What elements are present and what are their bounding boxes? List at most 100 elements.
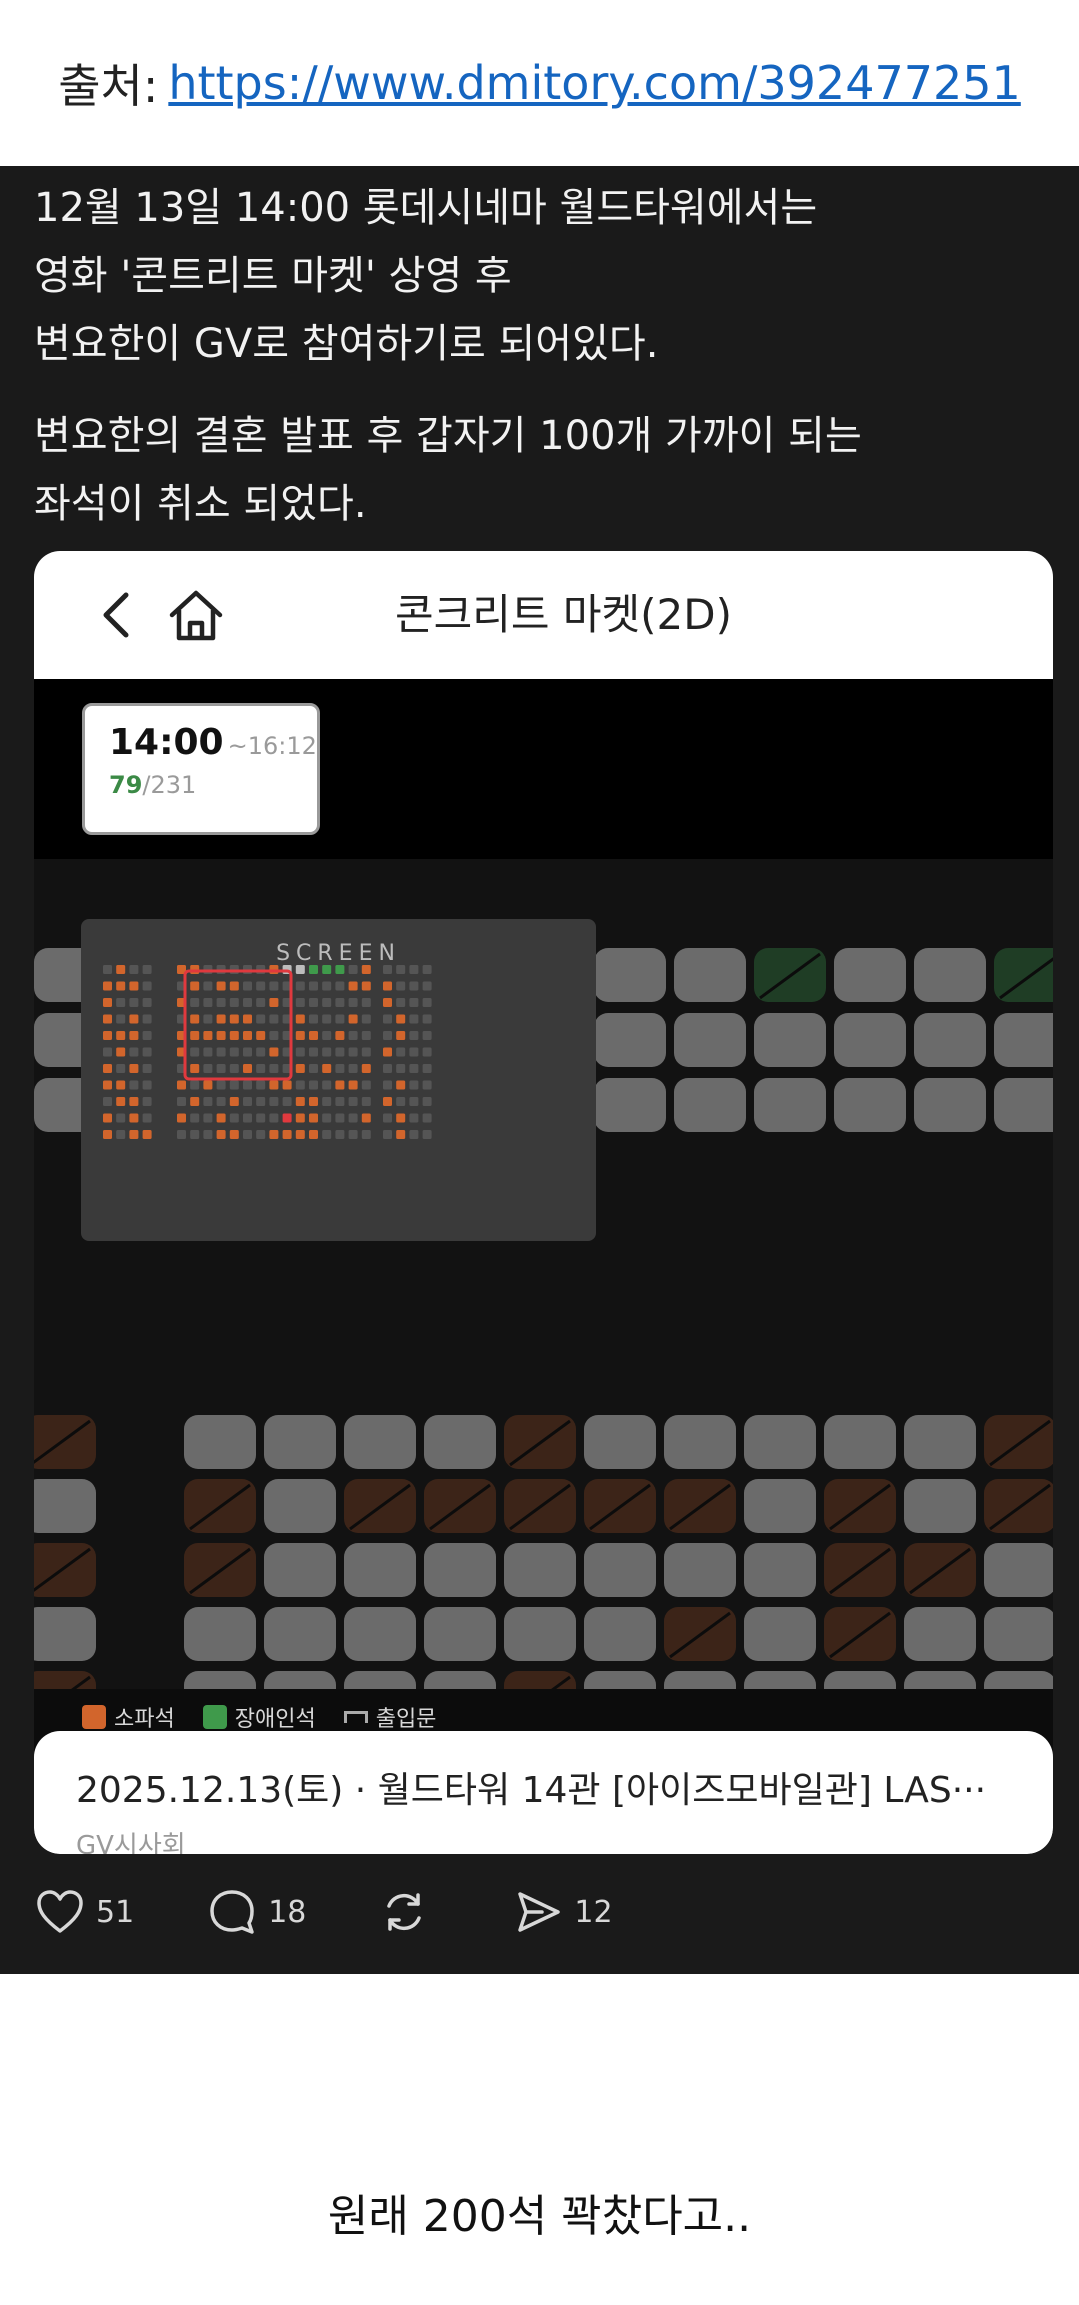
seat[interactable] <box>674 1078 746 1132</box>
seat[interactable] <box>424 1543 496 1597</box>
seat[interactable] <box>594 948 666 1002</box>
seat[interactable] <box>664 1479 736 1533</box>
seat[interactable] <box>184 1607 256 1661</box>
source-link[interactable]: https://www.dmitory.com/392477251 <box>168 56 1020 110</box>
seat[interactable] <box>504 1479 576 1533</box>
minimap-seat <box>177 1080 186 1090</box>
share-button[interactable]: 12 <box>512 1886 613 1938</box>
seat[interactable] <box>994 1078 1053 1132</box>
seat[interactable] <box>994 1013 1053 1067</box>
seat[interactable] <box>754 948 826 1002</box>
seat[interactable] <box>344 1671 416 1689</box>
seat[interactable] <box>914 948 986 1002</box>
minimap-seat <box>269 1113 279 1123</box>
seat[interactable] <box>834 1013 906 1067</box>
seat[interactable] <box>984 1607 1053 1661</box>
seat[interactable] <box>184 1671 256 1689</box>
seat[interactable] <box>594 1013 666 1067</box>
seat[interactable] <box>184 1479 256 1533</box>
seat[interactable] <box>824 1479 896 1533</box>
seat[interactable] <box>584 1607 656 1661</box>
seat[interactable] <box>754 1013 826 1067</box>
seat[interactable] <box>264 1479 336 1533</box>
seat[interactable] <box>904 1543 976 1597</box>
minimap-seat <box>116 1047 126 1057</box>
seat[interactable] <box>904 1607 976 1661</box>
seat[interactable] <box>34 1543 96 1597</box>
seat[interactable] <box>744 1607 816 1661</box>
seat[interactable] <box>984 1415 1053 1469</box>
seat[interactable] <box>904 1671 976 1689</box>
seat[interactable] <box>754 1078 826 1132</box>
seat[interactable] <box>424 1479 496 1533</box>
seat[interactable] <box>664 1543 736 1597</box>
seat[interactable] <box>664 1415 736 1469</box>
seat[interactable] <box>744 1479 816 1533</box>
minimap-seat <box>243 1097 252 1106</box>
post-line: 좌석이 취소 되었다. <box>34 481 367 527</box>
minimap-seat <box>190 1113 200 1123</box>
seat[interactable] <box>914 1013 986 1067</box>
seat[interactable] <box>904 1415 976 1469</box>
seat[interactable] <box>344 1543 416 1597</box>
seat[interactable] <box>264 1543 336 1597</box>
seat[interactable] <box>504 1607 576 1661</box>
repost-button[interactable] <box>378 1886 440 1938</box>
seat[interactable] <box>984 1543 1053 1597</box>
seat[interactable] <box>824 1671 896 1689</box>
minimap-seat <box>422 1047 432 1057</box>
seat[interactable] <box>424 1671 496 1689</box>
seat[interactable] <box>504 1671 576 1689</box>
seat[interactable] <box>504 1415 576 1469</box>
seat[interactable] <box>424 1607 496 1661</box>
seat-map-area[interactable]: SCREEN <box>34 859 1053 1689</box>
seat[interactable] <box>264 1607 336 1661</box>
seat[interactable] <box>344 1607 416 1661</box>
showtime-button[interactable]: 14:00 ~16:12 79/231 <box>82 703 320 835</box>
seat[interactable] <box>184 1543 256 1597</box>
like-button[interactable]: 51 <box>34 1886 134 1938</box>
seat[interactable] <box>984 1479 1053 1533</box>
seat[interactable] <box>664 1671 736 1689</box>
seat[interactable] <box>344 1415 416 1469</box>
legend-accessible-label: 장애인석 <box>234 1707 316 1732</box>
seat[interactable] <box>34 1415 96 1469</box>
seat[interactable] <box>584 1671 656 1689</box>
seat[interactable] <box>34 1479 96 1533</box>
seat[interactable] <box>904 1479 976 1533</box>
seat[interactable] <box>264 1415 336 1469</box>
seat[interactable] <box>504 1543 576 1597</box>
minimap-seat <box>295 965 305 974</box>
seat[interactable] <box>264 1671 336 1689</box>
seat[interactable] <box>184 1415 256 1469</box>
minimap-seat <box>129 1064 139 1073</box>
booking-info-panel[interactable]: 2025.12.13(토) · 월드타워 14관 [아이즈모바일관] LAS··… <box>34 1731 1053 1854</box>
minimap-seat <box>396 1031 406 1040</box>
seat[interactable] <box>744 1671 816 1689</box>
seat[interactable] <box>834 948 906 1002</box>
seat[interactable] <box>34 1671 96 1689</box>
seat-minimap[interactable]: SCREEN <box>81 919 596 1241</box>
seat[interactable] <box>824 1543 896 1597</box>
seat[interactable] <box>584 1479 656 1533</box>
seat[interactable] <box>834 1078 906 1132</box>
seat[interactable] <box>994 948 1053 1002</box>
seat[interactable] <box>744 1415 816 1469</box>
seat[interactable] <box>984 1671 1053 1689</box>
seat[interactable] <box>594 1078 666 1132</box>
seat[interactable] <box>584 1543 656 1597</box>
seat[interactable] <box>584 1415 656 1469</box>
seat[interactable] <box>34 1607 96 1661</box>
seat[interactable] <box>744 1543 816 1597</box>
comment-button[interactable]: 18 <box>206 1886 306 1938</box>
seat[interactable] <box>824 1415 896 1469</box>
minimap-seat <box>243 1014 252 1024</box>
seat[interactable] <box>664 1607 736 1661</box>
minimap-seat <box>322 981 332 991</box>
seat[interactable] <box>424 1415 496 1469</box>
seat[interactable] <box>914 1078 986 1132</box>
seat[interactable] <box>674 1013 746 1067</box>
seat[interactable] <box>824 1607 896 1661</box>
seat[interactable] <box>344 1479 416 1533</box>
seat[interactable] <box>674 948 746 1002</box>
